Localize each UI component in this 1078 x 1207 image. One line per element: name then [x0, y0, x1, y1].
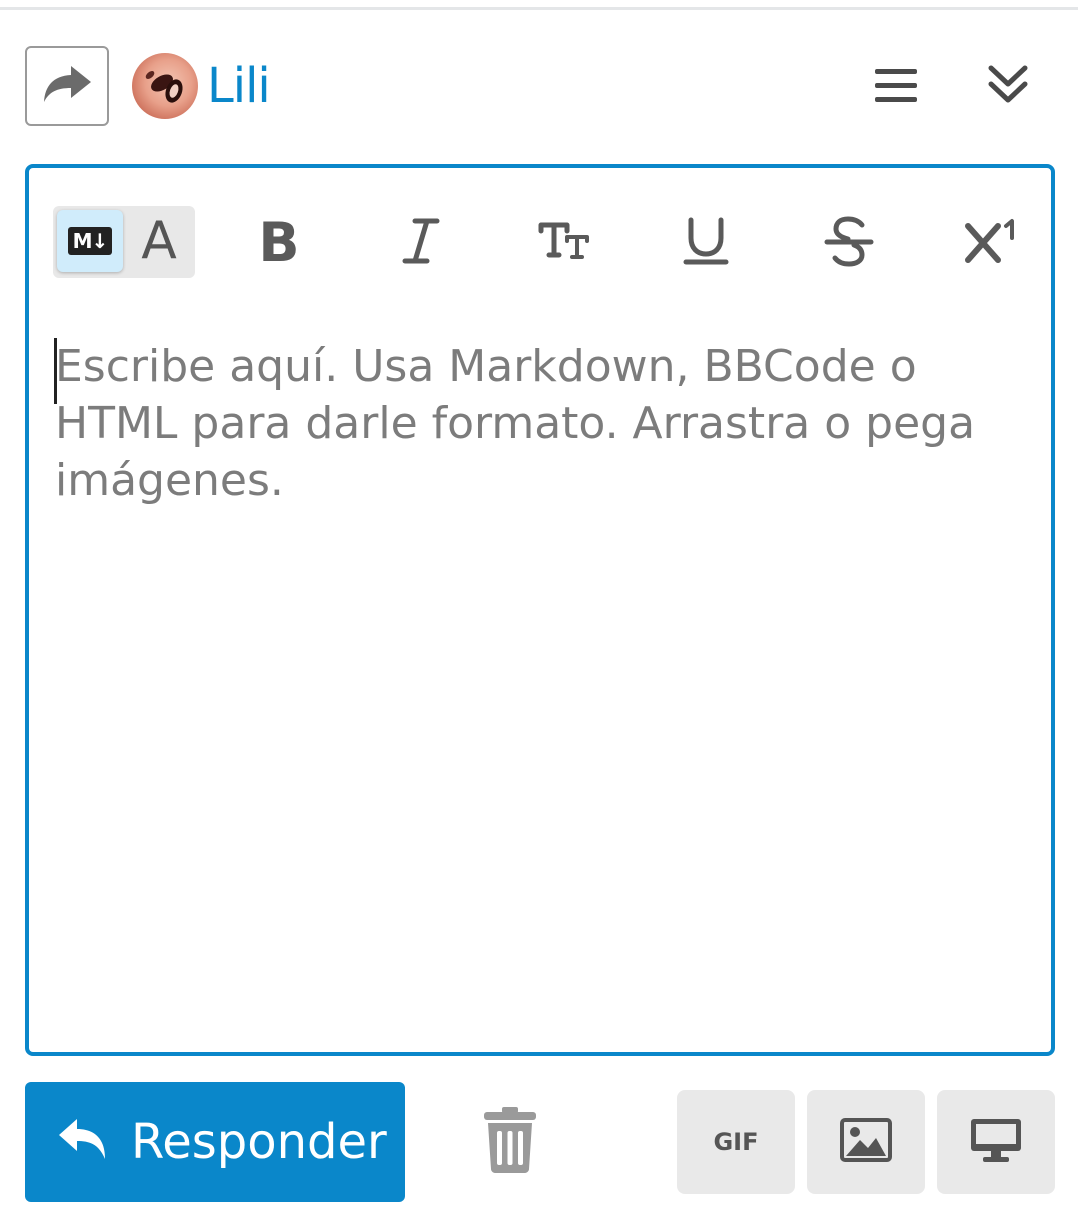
markdown-mode-button[interactable]: M↓ [57, 210, 123, 272]
double-chevron-down-icon [987, 62, 1029, 113]
preview-button[interactable] [937, 1090, 1055, 1194]
bold-button[interactable]: B [234, 208, 324, 278]
italic-button[interactable] [376, 208, 466, 278]
top-divider [0, 7, 1078, 10]
strikethrough-button[interactable] [804, 208, 894, 278]
rich-text-icon: A [141, 211, 177, 271]
composer-editor: M↓ A B [25, 164, 1055, 1056]
gif-label: GIF [713, 1128, 759, 1156]
bold-icon: B [258, 211, 300, 274]
image-upload-button[interactable] [807, 1090, 925, 1194]
reply-type-button[interactable] [25, 46, 109, 126]
reply-textarea[interactable] [55, 338, 1015, 1028]
text-size-icon [537, 219, 591, 268]
heading-button[interactable] [519, 208, 609, 278]
image-icon [840, 1117, 892, 1167]
desktop-icon [969, 1117, 1023, 1168]
markdown-icon: M↓ [67, 227, 113, 255]
share-arrow-icon [41, 64, 93, 109]
rich-text-mode-button[interactable]: A [129, 210, 189, 272]
reply-button-label: Responder [131, 1114, 387, 1170]
editor-mode-toggle[interactable]: M↓ A [53, 206, 195, 278]
reply-button[interactable]: Responder [25, 1082, 405, 1202]
avatar[interactable] [132, 53, 198, 119]
superscript-icon [964, 218, 1020, 269]
hamburger-icon [873, 65, 919, 110]
italic-icon [401, 216, 441, 271]
trash-icon [482, 1106, 538, 1178]
underline-icon [683, 216, 729, 271]
superscript-button[interactable] [947, 208, 1037, 278]
reply-icon [57, 1117, 109, 1168]
discard-draft-button[interactable] [472, 1102, 548, 1182]
gif-button[interactable]: GIF [677, 1090, 795, 1194]
username-link[interactable]: Lili [207, 56, 271, 116]
collapse-composer-button[interactable] [978, 60, 1038, 114]
strikethrough-icon [824, 215, 874, 272]
underline-button[interactable] [661, 208, 751, 278]
toolbar-menu-button[interactable] [866, 60, 926, 114]
